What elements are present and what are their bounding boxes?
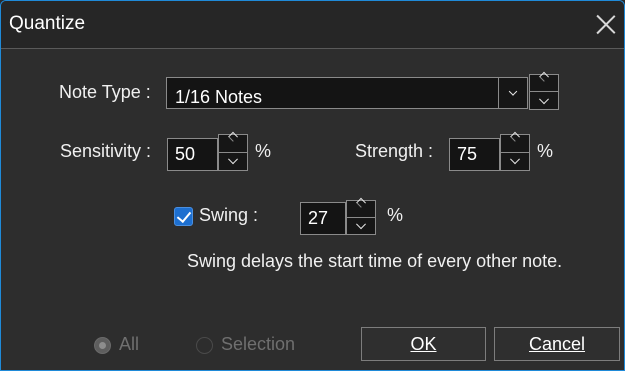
swing-checkbox[interactable] — [174, 207, 193, 226]
chevron-down-icon — [228, 154, 238, 165]
close-icon[interactable] — [592, 10, 620, 38]
ok-button[interactable]: OK — [361, 327, 486, 361]
strength-down-button[interactable] — [501, 153, 529, 171]
sensitivity-spinner[interactable] — [218, 131, 248, 171]
chevron-up-icon — [510, 131, 520, 142]
chevron-down-icon — [508, 87, 518, 96]
chevron-down-icon — [356, 219, 366, 229]
swing-unit: % — [387, 205, 404, 225]
swing-down-button[interactable] — [347, 218, 375, 235]
swing-label: Swing : — [199, 205, 259, 225]
swing-input[interactable]: 27 — [300, 202, 346, 235]
title-bar: Quantize — [1, 1, 624, 49]
checkmark-icon — [176, 207, 192, 224]
swing-description: Swing delays the start time of every oth… — [187, 251, 563, 271]
chevron-down-icon — [510, 154, 520, 165]
swing-up-button[interactable] — [347, 197, 375, 218]
radio-all-label: All — [119, 334, 140, 354]
note-type-select[interactable]: 1/16 Notes — [166, 77, 528, 109]
note-type-down-button[interactable] — [530, 92, 558, 109]
radio-selection-label: Selection — [221, 334, 296, 354]
note-type-label: Note Type : — [59, 82, 151, 102]
sensitivity-input[interactable]: 50 — [167, 138, 218, 171]
quantize-dialog: Quantize Note Type : 1/16 Notes Sensitiv… — [0, 0, 625, 371]
radio-selection[interactable] — [196, 337, 213, 354]
sensitivity-unit: % — [255, 141, 272, 161]
sensitivity-label: Sensitivity : — [60, 141, 152, 161]
strength-unit: % — [537, 141, 554, 161]
cancel-button[interactable]: Cancel — [494, 327, 620, 361]
strength-up-button[interactable] — [501, 131, 529, 153]
strength-spinner[interactable] — [500, 131, 530, 171]
note-type-dropdown-button[interactable] — [498, 77, 528, 109]
chevron-up-icon — [539, 71, 549, 82]
dialog-title: Quantize — [9, 13, 86, 34]
chevron-up-icon — [228, 131, 238, 142]
note-type-up-button[interactable] — [530, 71, 558, 92]
chevron-up-icon — [356, 197, 366, 208]
sensitivity-down-button[interactable] — [219, 153, 247, 171]
strength-label: Strength : — [355, 141, 434, 161]
note-type-spinner[interactable] — [529, 71, 559, 110]
note-type-value: 1/16 Notes — [175, 87, 263, 107]
sensitivity-up-button[interactable] — [219, 131, 247, 153]
strength-input[interactable]: 75 — [449, 138, 500, 171]
radio-all[interactable] — [94, 337, 111, 354]
swing-spinner[interactable] — [346, 197, 376, 235]
chevron-down-icon — [539, 93, 549, 104]
